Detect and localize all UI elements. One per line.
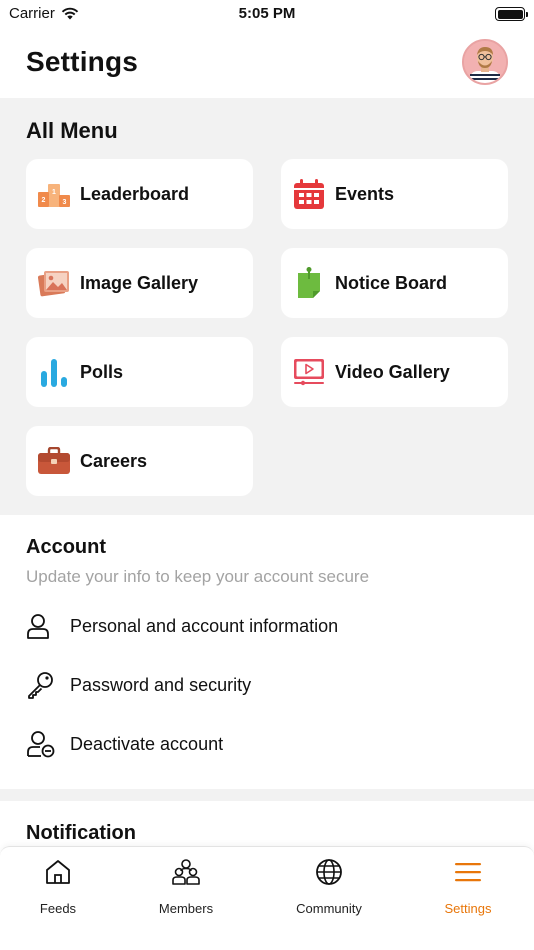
- svg-text:1: 1: [52, 189, 56, 196]
- menu-tile-notice-board[interactable]: Notice Board: [281, 248, 508, 318]
- battery-icon: [495, 7, 528, 21]
- account-section: Account Update your info to keep your ac…: [0, 515, 534, 789]
- menu-tile-leaderboard[interactable]: 1 2 3 Leaderboard: [26, 159, 253, 229]
- menu-icon: [453, 857, 483, 887]
- page-title: Settings: [26, 46, 139, 77]
- tab-settings[interactable]: Settings: [408, 857, 528, 916]
- status-time: 5:05 PM: [238, 5, 296, 22]
- svg-text:3: 3: [63, 199, 67, 206]
- avatar[interactable]: [462, 39, 508, 85]
- menu-tile-label: Polls: [80, 361, 124, 382]
- bottom-tab-bar: Feeds Members Community Settings: [0, 846, 534, 950]
- briefcase-icon: [38, 445, 70, 477]
- account-item-label: Password and security: [70, 674, 252, 695]
- tab-label: Settings: [444, 901, 492, 916]
- account-title: Account: [26, 536, 106, 558]
- tab-label: Members: [158, 901, 214, 916]
- tab-label: Community: [296, 901, 362, 916]
- notification-title: Notification: [26, 822, 136, 844]
- menu-tile-careers[interactable]: Careers: [26, 426, 253, 496]
- home-icon: [43, 857, 73, 887]
- all-menu-title: All Menu: [26, 118, 118, 143]
- menu-tile-label: Video Gallery: [335, 361, 450, 382]
- globe-icon: [314, 857, 344, 887]
- svg-text:2: 2: [42, 197, 46, 204]
- tab-members[interactable]: Members: [126, 857, 246, 916]
- account-item-label: Personal and account information: [70, 615, 339, 636]
- menu-tile-video-gallery[interactable]: Video Gallery: [281, 337, 508, 407]
- account-item-label: Deactivate account: [70, 733, 224, 754]
- status-bar: Carrier 5:05 PM: [0, 0, 534, 30]
- section-divider: [0, 789, 534, 801]
- account-item-deactivate[interactable]: Deactivate account: [26, 724, 506, 764]
- menu-tile-image-gallery[interactable]: Image Gallery: [26, 248, 253, 318]
- menu-tile-label: Events: [335, 183, 395, 204]
- calendar-icon: [293, 178, 325, 210]
- user-icon: [26, 610, 58, 642]
- all-menu-section: All Menu 1 2 3 Leaderboard Events Image …: [0, 98, 534, 515]
- poll-bars-icon: [38, 356, 70, 388]
- account-subtitle: Update your info to keep your account se…: [26, 567, 370, 586]
- account-item-password-security[interactable]: Password and security: [26, 665, 506, 705]
- tab-community[interactable]: Community: [269, 857, 389, 916]
- user-remove-icon: [26, 728, 58, 760]
- tab-label: Feeds: [39, 901, 77, 916]
- menu-tile-label: Image Gallery: [80, 272, 199, 293]
- menu-tile-events[interactable]: Events: [281, 159, 508, 229]
- notice-board-icon: [293, 267, 325, 299]
- image-gallery-icon: [38, 267, 70, 299]
- menu-tile-label: Careers: [80, 450, 148, 471]
- menu-tile-label: Notice Board: [335, 272, 448, 293]
- avatar-portrait-icon: [464, 41, 506, 83]
- podium-icon: 1 2 3: [38, 178, 70, 210]
- account-item-personal-info[interactable]: Personal and account information: [26, 606, 506, 646]
- header: Settings: [0, 30, 534, 98]
- members-icon: [171, 857, 201, 887]
- video-gallery-icon: [293, 356, 325, 388]
- menu-tile-polls[interactable]: Polls: [26, 337, 253, 407]
- key-icon: [26, 669, 58, 701]
- menu-tile-label: Leaderboard: [80, 183, 190, 204]
- tab-feeds[interactable]: Feeds: [0, 857, 118, 916]
